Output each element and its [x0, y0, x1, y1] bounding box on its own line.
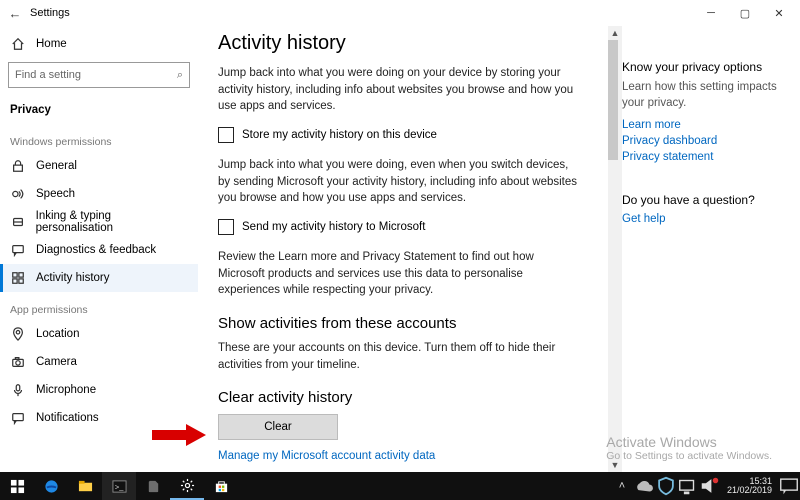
sidebar-item-diagnostics[interactable]: Diagnostics & feedback: [0, 236, 198, 264]
lock-icon: [10, 158, 26, 174]
system-tray[interactable]: ˄ 15:31 21/02/2019: [611, 472, 800, 500]
back-button[interactable]: ←: [4, 6, 26, 21]
sidebar-item-microphone[interactable]: Microphone: [0, 376, 198, 404]
sidebar-item-location[interactable]: Location: [0, 320, 198, 348]
review-paragraph: Review the Learn more and Privacy Statem…: [218, 249, 578, 299]
checkbox-store-on-device[interactable]: Store my activity history on this device: [218, 127, 588, 143]
history-icon: [10, 270, 26, 286]
taskbar-file-explorer[interactable]: [68, 472, 102, 500]
close-button[interactable]: ✕: [762, 0, 796, 26]
sidebar-item-speech[interactable]: Speech: [0, 180, 198, 208]
taskbar[interactable]: >_ ˄ 15:31 21/02/2019: [0, 472, 800, 500]
sidebar-item-notifications[interactable]: Notifications: [0, 404, 198, 432]
taskbar-edge[interactable]: [34, 472, 68, 500]
privacy-options-text: Learn how this setting impacts your priv…: [622, 80, 792, 111]
sidebar-item-label: Microphone: [36, 384, 96, 396]
scroll-up-arrow[interactable]: ▲: [608, 26, 622, 40]
sidebar-item-label: Notifications: [36, 412, 99, 424]
home-icon: [10, 36, 26, 52]
sidebar-category[interactable]: Privacy: [0, 96, 198, 124]
inking-icon: [10, 214, 26, 230]
location-icon: [10, 326, 26, 342]
taskbar-app-evernote[interactable]: [136, 472, 170, 500]
checkbox-send-to-microsoft[interactable]: Send my activity history to Microsoft: [218, 219, 588, 235]
sidebar-item-label: Speech: [36, 188, 75, 200]
accounts-paragraph: These are your accounts on this device. …: [218, 340, 578, 373]
tray-action-center-icon[interactable]: [778, 475, 800, 497]
search-input[interactable]: Find a setting ⌕: [8, 62, 190, 88]
link-get-help[interactable]: Get help: [622, 213, 792, 225]
taskbar-store[interactable]: [204, 472, 238, 500]
taskbar-clock[interactable]: 15:31 21/02/2019: [721, 477, 778, 496]
content-pane: Activity history Jump back into what you…: [198, 26, 622, 472]
sidebar-home[interactable]: Home: [0, 30, 198, 58]
tray-onedrive-icon[interactable]: [633, 475, 655, 497]
manage-account-link[interactable]: Manage my Microsoft account activity dat…: [218, 450, 588, 462]
privacy-options-heading: Know your privacy options: [622, 60, 792, 74]
link-privacy-dashboard[interactable]: Privacy dashboard: [622, 135, 792, 147]
search-icon: ⌕: [177, 69, 183, 82]
titlebar: ← Settings ─ ▢ ✕: [0, 0, 800, 26]
sidebar-section-app-permissions: App permissions: [0, 292, 198, 320]
send-paragraph: Jump back into what you were doing, even…: [218, 157, 578, 207]
sidebar-item-inking[interactable]: Inking & typing personalisation: [0, 208, 198, 236]
page-title: Activity history: [218, 32, 588, 55]
taskbar-settings[interactable]: [170, 472, 204, 500]
sidebar-category-label: Privacy: [10, 104, 51, 116]
notifications-icon: [10, 410, 26, 426]
sidebar-item-label: Inking & typing personalisation: [36, 210, 188, 234]
sidebar-home-label: Home: [36, 38, 67, 50]
sidebar-item-camera[interactable]: Camera: [0, 348, 198, 376]
sidebar: Home Find a setting ⌕ Privacy Windows pe…: [0, 26, 198, 472]
sidebar-item-label: General: [36, 160, 77, 172]
link-learn-more[interactable]: Learn more: [622, 119, 792, 131]
checkbox-icon: [218, 219, 234, 235]
sidebar-item-activity-history[interactable]: Activity history: [0, 264, 198, 292]
scroll-thumb[interactable]: [608, 40, 618, 160]
tray-volume-icon[interactable]: [699, 475, 721, 497]
tray-chevron-up-icon[interactable]: ˄: [611, 480, 633, 492]
sidebar-item-label: Diagnostics & feedback: [36, 244, 156, 256]
link-privacy-statement[interactable]: Privacy statement: [622, 151, 792, 163]
tray-security-icon[interactable]: [655, 475, 677, 497]
checkbox-label: Store my activity history on this device: [242, 129, 437, 141]
maximize-button[interactable]: ▢: [728, 0, 762, 26]
speech-icon: [10, 186, 26, 202]
camera-icon: [10, 354, 26, 370]
tray-network-icon[interactable]: [677, 475, 699, 497]
scroll-down-arrow[interactable]: ▼: [608, 458, 622, 472]
clear-button-label: Clear: [264, 421, 291, 433]
microphone-icon: [10, 382, 26, 398]
sidebar-item-label: Location: [36, 328, 79, 340]
intro-paragraph: Jump back into what you were doing on yo…: [218, 65, 578, 115]
sidebar-item-label: Camera: [36, 356, 77, 368]
sidebar-item-label: Activity history: [36, 272, 110, 284]
checkbox-label: Send my activity history to Microsoft: [242, 221, 425, 233]
info-sidebar: Know your privacy options Learn how this…: [622, 26, 800, 472]
feedback-icon: [10, 242, 26, 258]
search-placeholder: Find a setting: [15, 69, 81, 81]
clear-button[interactable]: Clear: [218, 414, 338, 440]
question-heading: Do you have a question?: [622, 193, 792, 207]
minimize-button[interactable]: ─: [694, 0, 728, 26]
clock-date: 21/02/2019: [727, 486, 772, 495]
taskbar-terminal[interactable]: >_: [102, 472, 136, 500]
svg-text:>_: >_: [114, 482, 123, 491]
start-button[interactable]: [0, 472, 34, 500]
sidebar-item-general[interactable]: General: [0, 152, 198, 180]
clear-heading: Clear activity history: [218, 389, 588, 406]
checkbox-icon: [218, 127, 234, 143]
vertical-scrollbar[interactable]: ▲ ▼: [608, 26, 622, 472]
sidebar-section-windows-permissions: Windows permissions: [0, 124, 198, 152]
window-title: Settings: [30, 7, 70, 19]
accounts-heading: Show activities from these accounts: [218, 315, 588, 332]
